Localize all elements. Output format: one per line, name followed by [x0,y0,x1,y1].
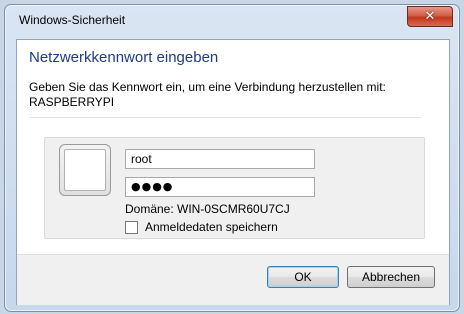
ok-button-label: OK [294,270,312,284]
close-button[interactable]: ✕ [407,6,453,27]
instruction-text: Geben Sie das Kennwort ein, um eine Verb… [29,80,386,94]
dialog-heading: Netzwerkkennwort eingeben [29,49,219,66]
button-bar: OK Abbrechen [17,254,449,305]
window-title: Windows-Sicherheit [19,13,126,27]
close-icon: ✕ [424,9,436,24]
user-tile-icon [59,144,111,196]
dialog-content: Netzwerkkennwort eingeben Geben Sie das … [16,39,450,305]
user-tile-frame [64,149,106,191]
cancel-button-label: Abbrechen [361,270,421,284]
credential-tile: ●●●● Domäne: WIN-0SCMR60U7CJ Anmeldedate… [44,137,425,239]
remember-checkbox[interactable] [125,220,138,234]
remember-credentials[interactable]: Anmeldedaten speichern [125,220,278,234]
username-input[interactable] [125,149,315,169]
title-bar[interactable]: Windows-Sicherheit ✕ [5,5,459,35]
cancel-button[interactable]: Abbrechen [347,266,435,288]
password-input[interactable]: ●●●● [125,177,315,197]
target-host: RASPBERRYPI [29,95,115,109]
domain-label: Domäne: WIN-0SCMR60U7CJ [125,202,290,216]
remember-label: Anmeldedaten speichern [145,220,278,234]
separator [29,117,421,118]
security-dialog: Windows-Sicherheit ✕ Netzwerkkennwort ei… [4,4,460,312]
ok-button[interactable]: OK [267,266,339,288]
